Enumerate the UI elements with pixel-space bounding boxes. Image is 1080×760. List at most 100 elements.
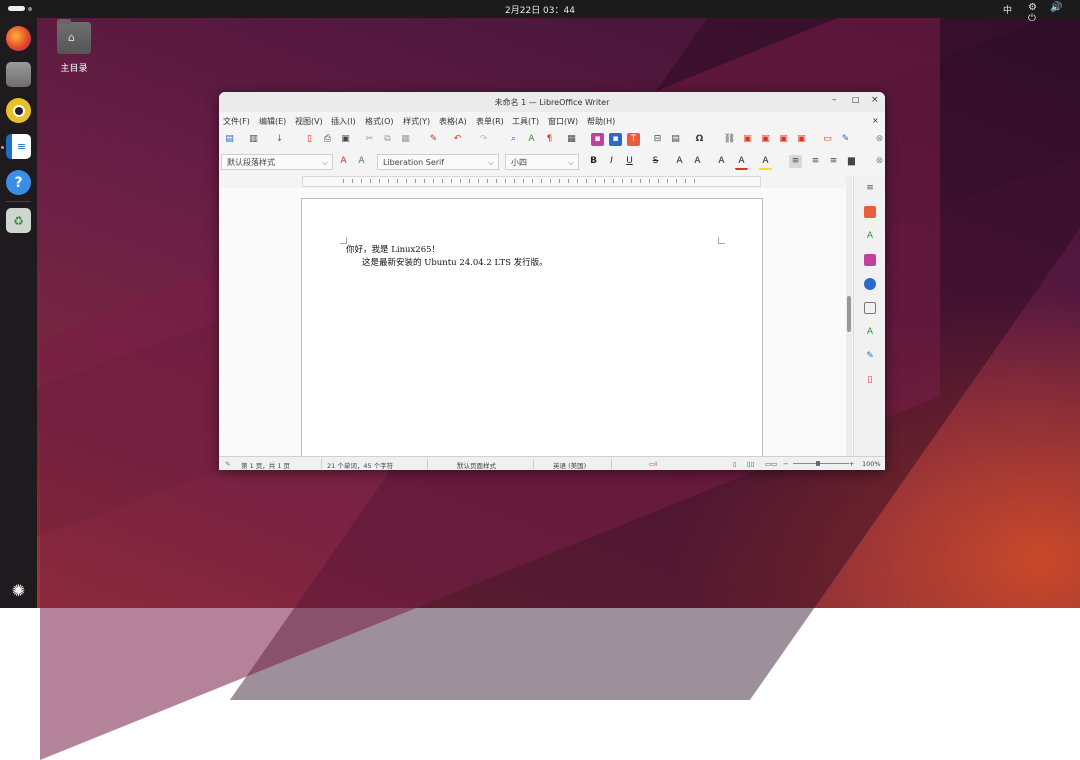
page-break-icon[interactable]: ⊟	[651, 133, 664, 146]
special-character-icon[interactable]: Ω	[693, 133, 706, 146]
menu-insert[interactable]: 插入(I)	[331, 116, 356, 127]
bookmark-icon[interactable]: ▣	[777, 133, 790, 146]
design-icon[interactable]: ▯	[864, 374, 876, 386]
zoom-out-icon[interactable]: −	[783, 460, 788, 468]
insert-textbox-icon[interactable]: T	[627, 133, 640, 146]
insert-table-icon[interactable]: ▦	[565, 133, 578, 146]
clone-formatting-icon[interactable]: ✎	[427, 133, 440, 146]
styles-icon[interactable]: A	[864, 230, 876, 242]
home-folder-icon[interactable]: ⌂	[57, 19, 91, 54]
open-icon[interactable]: ▥	[247, 133, 260, 146]
update-style-icon[interactable]: A	[337, 155, 350, 168]
horizontal-ruler[interactable]	[302, 176, 761, 187]
zoom-slider-thumb[interactable]	[816, 461, 820, 466]
writer-icon[interactable]: ≡	[6, 134, 31, 159]
document-line-1[interactable]: 你好，我是 Linux265！	[346, 243, 440, 255]
cut-icon[interactable]: ✂	[363, 133, 376, 146]
justify-icon[interactable]: ▆	[845, 155, 858, 168]
italic-icon[interactable]: I	[605, 155, 618, 168]
new-style-icon[interactable]: A	[355, 155, 368, 168]
bold-icon[interactable]: B	[587, 155, 600, 168]
trash-icon[interactable]: ♻	[6, 208, 31, 233]
align-center-icon[interactable]: ≡	[809, 155, 822, 168]
underline-icon[interactable]: U	[623, 155, 636, 168]
menu-edit[interactable]: 编辑(E)	[259, 116, 286, 127]
multi-page-view-icon[interactable]: ▯▯	[747, 460, 754, 468]
font-size-select[interactable]: 小四 ⌵	[505, 154, 579, 170]
insert-field-icon[interactable]: ▤	[669, 133, 682, 146]
menu-file[interactable]: 文件(F)	[223, 116, 250, 127]
style-inspector-icon[interactable]: A	[864, 326, 876, 338]
document-line-2[interactable]: 这是最新安装的 Ubuntu 24.04.2 LTS 发行版。	[362, 256, 548, 268]
toolbar-overflow-icon[interactable]: ⊗	[873, 133, 885, 146]
menu-styles[interactable]: 样式(Y)	[403, 116, 430, 127]
minimize-button[interactable]: –	[832, 95, 837, 105]
word-count[interactable]: 21 个单词，45 个字符	[327, 460, 393, 470]
menu-table[interactable]: 表格(A)	[439, 116, 467, 127]
scrollbar-thumb[interactable]	[847, 296, 851, 332]
document-page[interactable]: 你好，我是 Linux265！ 这是最新安装的 Ubuntu 24.04.2 L…	[301, 198, 763, 470]
single-page-view-icon[interactable]: ▯	[733, 460, 737, 468]
save-icon[interactable]: ↓	[273, 133, 286, 146]
print-icon[interactable]: ⎙	[321, 133, 334, 146]
copy-icon[interactable]: ⧉	[381, 133, 394, 146]
toolbar-overflow-icon[interactable]: ⊗	[873, 155, 885, 168]
zoom-slider[interactable]	[793, 463, 849, 464]
menu-window[interactable]: 窗口(W)	[548, 116, 578, 127]
files-icon[interactable]	[6, 62, 31, 87]
font-name-select[interactable]: Liberation Serif ⌵	[377, 154, 499, 170]
subscript-icon[interactable]: A	[691, 155, 704, 168]
language[interactable]: 英语 (美国)	[553, 460, 586, 470]
close-document-button[interactable]: ×	[872, 116, 879, 125]
menu-format[interactable]: 格式(O)	[365, 116, 394, 127]
zoom-in-icon[interactable]: +	[849, 460, 854, 468]
properties-icon[interactable]	[864, 206, 876, 218]
comment-icon[interactable]: ▭	[821, 133, 834, 146]
align-right-icon[interactable]: ≡	[827, 155, 840, 168]
gallery-icon[interactable]	[864, 254, 876, 266]
new-document-icon[interactable]: ▤	[223, 133, 236, 146]
ubuntu-logo-icon[interactable]: ✺	[6, 578, 31, 603]
insert-chart-icon[interactable]: ▪	[609, 133, 622, 146]
close-button[interactable]: ×	[871, 95, 879, 105]
paragraph-style-select[interactable]: 默认段落样式 ⌵	[221, 154, 333, 170]
strikethrough-icon[interactable]: S	[649, 155, 662, 168]
highlight-color-icon[interactable]: A	[759, 155, 772, 170]
manage-changes-icon[interactable]: ✎	[864, 350, 876, 362]
page-style[interactable]: 默认页面样式	[457, 460, 496, 470]
page-icon[interactable]	[864, 302, 876, 314]
maximize-button[interactable]: □	[852, 95, 860, 104]
footnote-icon[interactable]: ▣	[741, 133, 754, 146]
align-left-icon[interactable]: ≡	[789, 155, 802, 168]
redo-icon[interactable]: ↷	[477, 133, 490, 146]
clear-formatting-icon[interactable]: A	[715, 155, 728, 168]
undo-icon[interactable]: ↶	[451, 133, 464, 146]
input-method-indicator[interactable]: 中	[1003, 3, 1012, 16]
firefox-icon[interactable]	[6, 26, 31, 51]
clock[interactable]: 2月22日 03：44	[0, 3, 1080, 16]
book-view-icon[interactable]: ▭▭	[765, 460, 777, 468]
zoom-level[interactable]: 100%	[862, 460, 881, 468]
menu-view[interactable]: 视图(V)	[295, 116, 323, 127]
home-folder-label[interactable]: 主目录	[46, 61, 102, 74]
spelling-icon[interactable]: A	[525, 133, 538, 146]
vertical-scrollbar[interactable]	[846, 176, 852, 456]
font-color-icon[interactable]: A	[735, 155, 748, 170]
sidebar-menu-icon[interactable]: ≡	[864, 182, 876, 194]
formatting-marks-icon[interactable]: ¶	[543, 133, 556, 146]
title-bar[interactable]: 未命名 1 — LibreOffice Writer – □ ×	[219, 92, 885, 112]
cross-reference-icon[interactable]: ▣	[795, 133, 808, 146]
menu-help[interactable]: 帮助(H)	[587, 116, 615, 127]
export-pdf-icon[interactable]: ▯	[303, 133, 316, 146]
rhythmbox-icon[interactable]	[6, 98, 31, 123]
print-preview-icon[interactable]: ▣	[339, 133, 352, 146]
selection-mode-icon[interactable]: ▭I	[649, 460, 657, 468]
navigator-icon[interactable]	[864, 278, 876, 290]
track-changes-icon[interactable]: ✎	[839, 133, 852, 146]
endnote-icon[interactable]: ▣	[759, 133, 772, 146]
paste-icon[interactable]: ▦	[399, 133, 412, 146]
page-count[interactable]: 第 1 页，共 1 页	[241, 460, 290, 470]
find-replace-icon[interactable]: ⌕	[507, 133, 520, 146]
menu-form[interactable]: 表单(R)	[476, 116, 504, 127]
insert-image-icon[interactable]: ▪	[591, 133, 604, 146]
